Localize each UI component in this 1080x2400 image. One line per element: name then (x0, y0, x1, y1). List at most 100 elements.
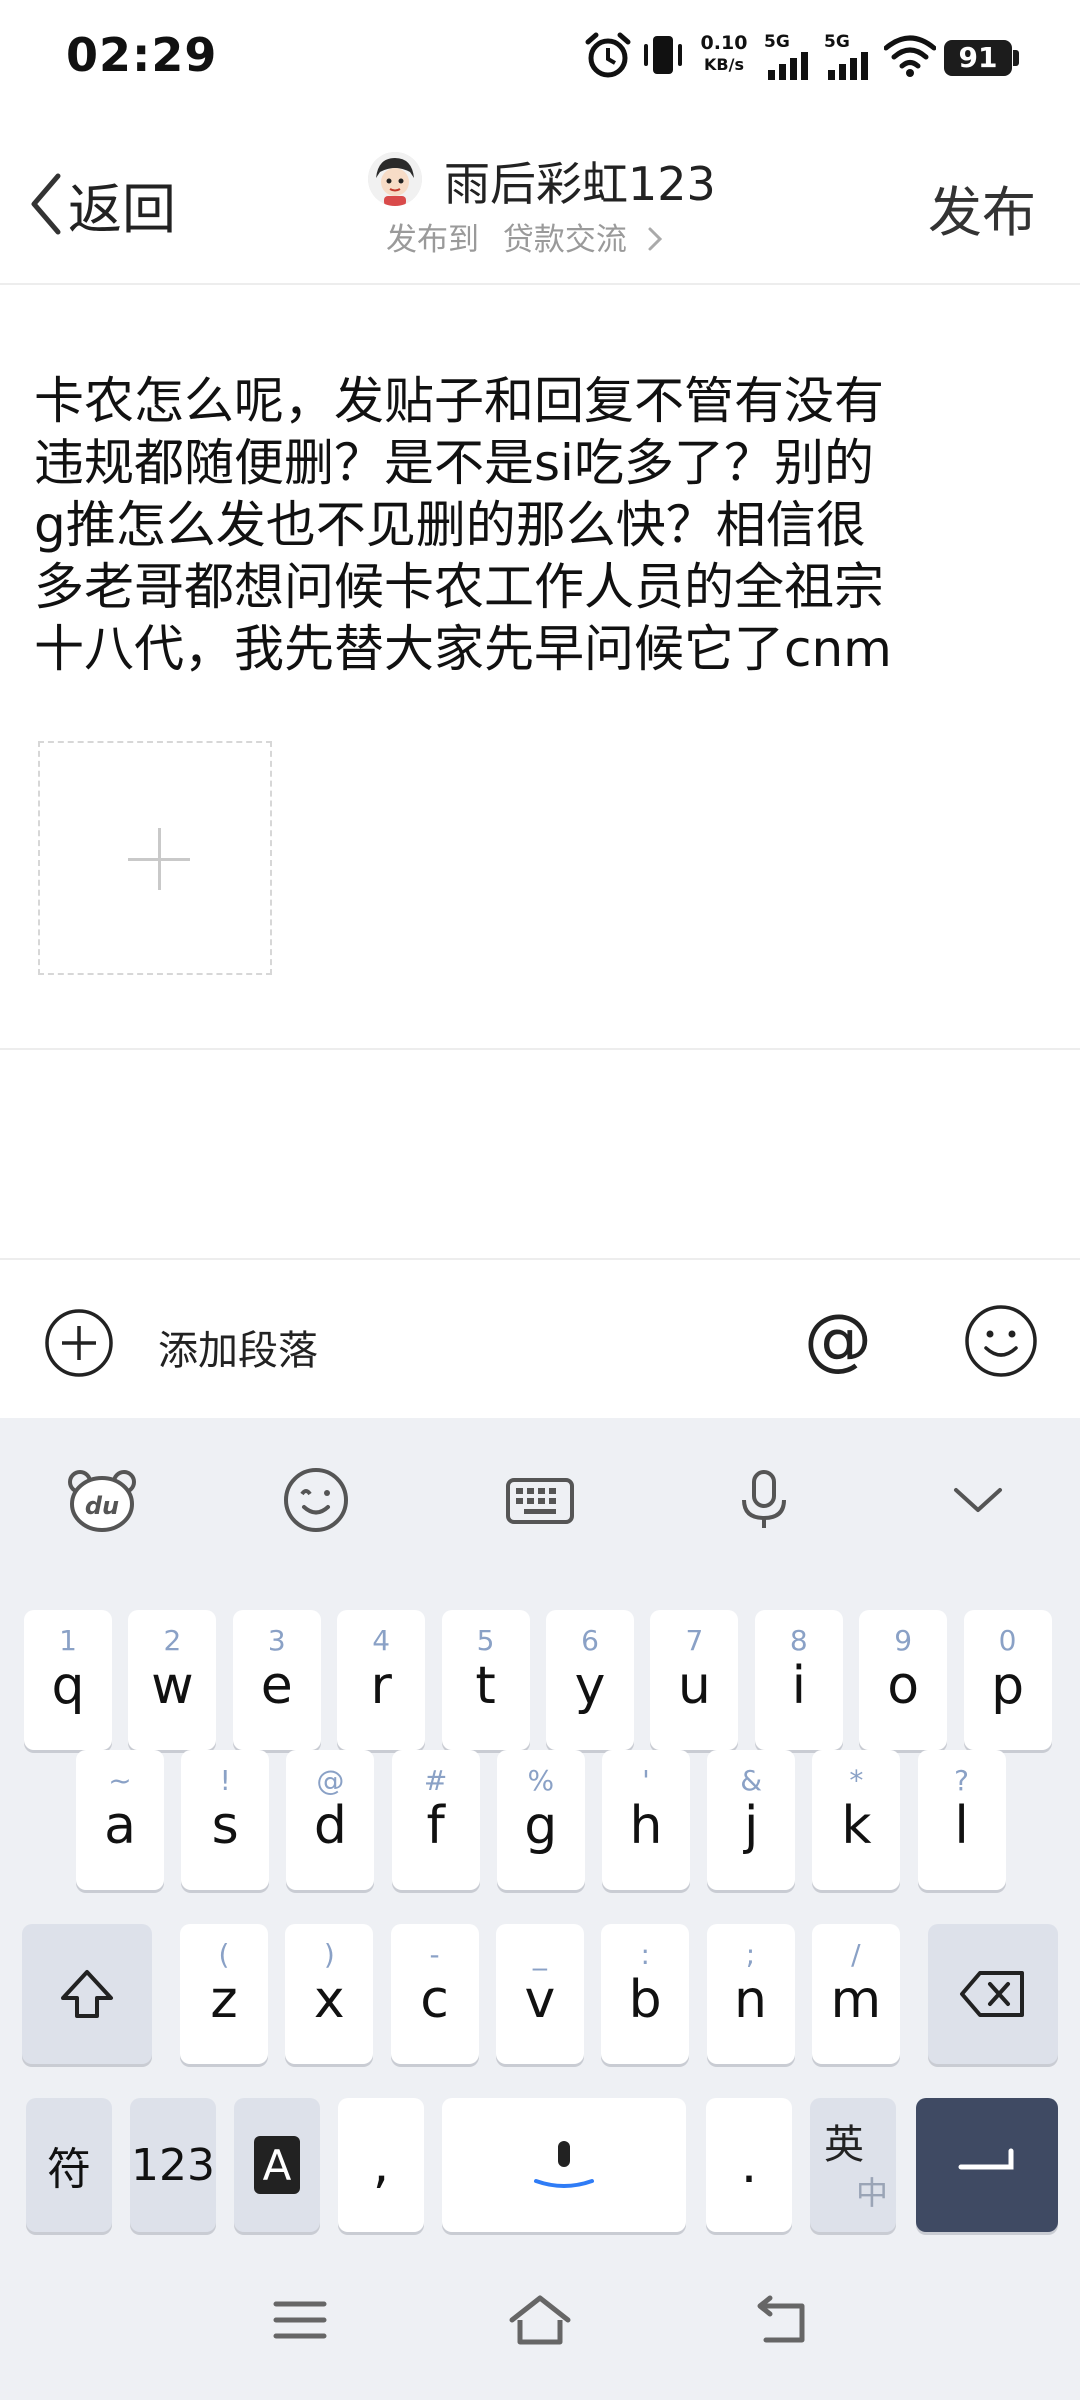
microphone-icon[interactable] (724, 1460, 804, 1540)
key-label: d (313, 1796, 347, 1856)
case-toggle-key[interactable]: A (234, 2098, 320, 2232)
key-label: l (954, 1796, 969, 1856)
key-a[interactable]: ~ a (76, 1750, 164, 1890)
menu-icon[interactable] (272, 2290, 328, 2350)
key-c[interactable]: -c (390, 1924, 479, 2064)
lang-secondary: 中 (856, 2174, 889, 2212)
language-toggle-key[interactable]: 英 中 (810, 2098, 896, 2232)
key-n[interactable]: ; n (706, 1924, 795, 2064)
key-d[interactable]: @ d (286, 1750, 375, 1890)
net-speed-unit: KB/s (704, 55, 744, 74)
avatar[interactable] (368, 152, 422, 206)
post-author-area[interactable]: 雨后彩虹123 发布到 贷款交流 (360, 148, 760, 258)
signal-2: 5G (824, 32, 876, 82)
key-o[interactable]: 9o (859, 1610, 948, 1750)
key-label: z (210, 1970, 238, 2030)
enter-key[interactable] (916, 2098, 1058, 2232)
key-hint: ' (642, 1764, 650, 1797)
key-e[interactable]: 3e (232, 1610, 321, 1750)
key-g[interactable]: % g (496, 1750, 585, 1890)
key-f[interactable]: # f (391, 1750, 480, 1890)
key-l[interactable]: ? l (917, 1750, 1006, 1890)
key-label: g (524, 1796, 558, 1856)
key-hint: ( (218, 1938, 230, 1971)
shift-arrow-icon (61, 1970, 113, 2018)
post-to-label: 发布到 (386, 222, 479, 258)
key-k[interactable]: * k (812, 1750, 901, 1890)
key-hint: 7 (685, 1624, 704, 1657)
home-icon[interactable] (506, 2290, 574, 2350)
signal1-label: 5G (764, 32, 790, 52)
key-t[interactable]: 5t (441, 1610, 530, 1750)
avatar-image (368, 152, 422, 206)
key-hint: _ (532, 1938, 547, 1971)
key-b[interactable]: :b (601, 1924, 690, 2064)
key-i[interactable]: 8i (754, 1610, 843, 1750)
key-hint: @ (316, 1764, 345, 1797)
add-image-button[interactable] (38, 741, 272, 975)
key-u[interactable]: 7u (650, 1610, 739, 1750)
numbers-key[interactable]: 123 (130, 2098, 216, 2232)
shift-key[interactable] (22, 1924, 152, 2064)
key-hint: : (640, 1938, 650, 1971)
key-q[interactable]: 1q (24, 1610, 112, 1750)
post-content-editor[interactable]: 卡农怎么呢，发贴子和回复不管有没有 违规都随便删？是不是si吃多了？别的 g推怎… (34, 370, 1034, 680)
key-label: f (426, 1796, 445, 1856)
key-p[interactable]: 0p (963, 1610, 1052, 1750)
key-w[interactable]: 2w (128, 1610, 217, 1750)
add-circle-icon[interactable] (44, 1308, 114, 1378)
period-key[interactable]: . (706, 2098, 792, 2232)
key-s[interactable]: ! s (181, 1750, 270, 1890)
key-label: h (629, 1796, 663, 1856)
key-label: v (524, 1970, 556, 2030)
key-label: a (104, 1796, 136, 1856)
add-paragraph-button[interactable]: 添加段落 (158, 1318, 318, 1376)
key-hint: 5 (476, 1624, 495, 1657)
chevron-right-icon (648, 227, 662, 251)
key-label: y (574, 1656, 606, 1716)
key-label: o (887, 1656, 920, 1716)
backspace-key[interactable] (928, 1924, 1058, 2064)
mention-button[interactable]: @ (804, 1300, 872, 1379)
key-z[interactable]: (z (180, 1924, 268, 2064)
emoticon-icon[interactable] (276, 1460, 356, 1540)
key-y[interactable]: 6y (546, 1610, 634, 1750)
key-hint: ! (219, 1764, 231, 1797)
key-label: n (734, 1970, 767, 2030)
status-bar: 02:29 0.10 KB/s 5G 5G 91 (0, 0, 1080, 120)
key-m[interactable]: / m (811, 1924, 900, 2064)
key-hint: ~ (108, 1764, 132, 1797)
enter-icon (958, 2148, 1014, 2170)
key-v[interactable]: _ v (495, 1924, 584, 2064)
key-r[interactable]: 4r (337, 1610, 426, 1750)
key-label: w (151, 1656, 194, 1716)
back-nav-icon[interactable] (752, 2290, 812, 2350)
key-label: k (841, 1796, 872, 1856)
key-label: q (51, 1656, 85, 1716)
key-label: i (791, 1656, 807, 1716)
lang-primary: 英 (824, 2122, 864, 2168)
key-h[interactable]: ' h (602, 1750, 690, 1890)
clock: 02:29 (66, 28, 218, 82)
comma-key[interactable]: , (338, 2098, 424, 2232)
battery-cap (1013, 50, 1019, 66)
post-destination[interactable]: 发布到 贷款交流 (386, 214, 663, 259)
case-label: A (254, 2136, 300, 2194)
space-key[interactable] (442, 2098, 686, 2232)
publish-button[interactable]: 发布 (928, 168, 1036, 247)
key-x[interactable]: ) x (285, 1924, 374, 2064)
keyboard-icon[interactable] (500, 1460, 580, 1540)
baidu-bear-icon[interactable]: du (62, 1460, 142, 1540)
emoji-icon[interactable] (964, 1304, 1038, 1378)
key-hint: 3 (267, 1624, 286, 1657)
key-hint: 0 (998, 1624, 1017, 1657)
key-j[interactable]: & j (707, 1750, 796, 1890)
signal-1: 5G (764, 32, 816, 82)
net-speed-value: 0.10 (700, 32, 748, 54)
key-label: j (743, 1796, 759, 1856)
backspace-icon (960, 1971, 1024, 2017)
back-button[interactable]: 返回 (28, 158, 208, 250)
chevron-down-icon[interactable] (938, 1460, 1018, 1540)
cell-signal-icon (828, 52, 868, 80)
symbol-key[interactable]: 符 (26, 2098, 112, 2232)
